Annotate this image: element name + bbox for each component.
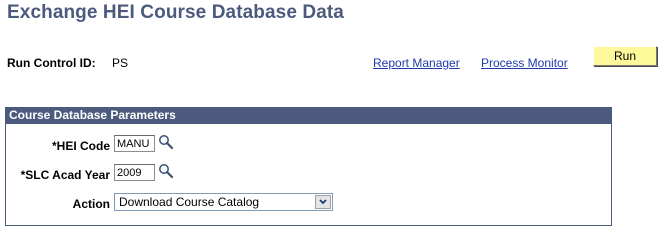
action-select-value: Download Course Catalog xyxy=(119,195,260,209)
chevron-down-icon[interactable] xyxy=(315,195,331,209)
report-manager-link[interactable]: Report Manager xyxy=(373,56,460,70)
slc-acad-year-input[interactable] xyxy=(114,164,155,181)
page-title: Exchange HEI Course Database Data xyxy=(7,2,344,23)
group-header: Course Database Parameters xyxy=(6,108,611,124)
action-label: Action xyxy=(72,197,110,211)
process-monitor-link[interactable]: Process Monitor xyxy=(481,56,568,70)
run-control-label: Run Control ID: xyxy=(7,56,96,70)
hei-code-lookup-icon[interactable] xyxy=(158,134,174,150)
slc-acad-year-lookup-icon[interactable] xyxy=(158,163,174,179)
action-select[interactable]: Download Course Catalog xyxy=(114,193,333,211)
page: Exchange HEI Course Database Data Run Co… xyxy=(0,0,661,228)
slc-acad-year-label: *SLC Acad Year xyxy=(20,168,110,182)
run-control-value: PS xyxy=(112,56,129,70)
hei-code-input[interactable] xyxy=(114,135,155,152)
run-button[interactable]: Run xyxy=(593,46,657,66)
hei-code-label: *HEI Code xyxy=(51,139,110,153)
